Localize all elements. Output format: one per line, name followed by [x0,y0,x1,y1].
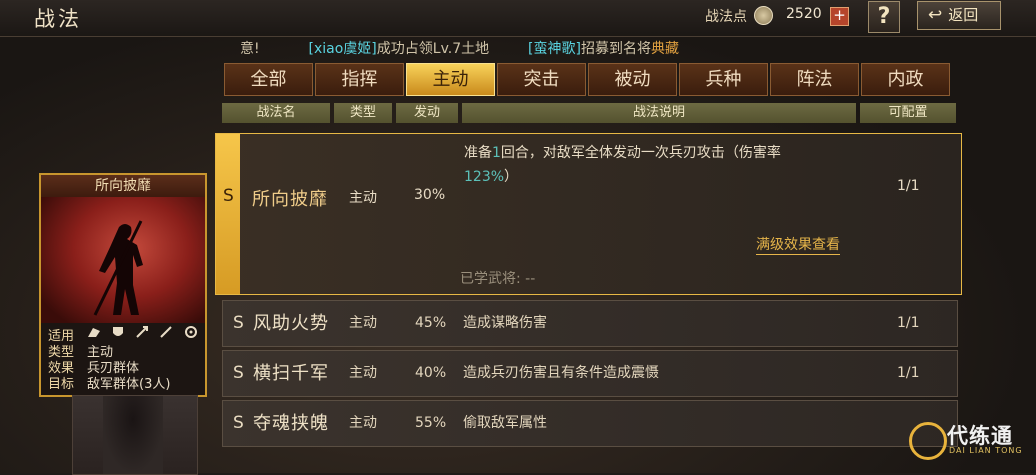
category-tabs: 全部 指挥 主动 突击 被动 兵种 阵法 内政 [224,63,970,96]
skill-grade: S [233,313,244,333]
tab-troop[interactable]: 兵种 [679,63,768,96]
skill-type: 主动 [349,315,377,331]
bow-icon [135,325,149,339]
skill-grade: S [233,363,244,383]
skill-rate: 55% [415,415,447,431]
skill-row[interactable]: S 横扫千军 主动 40% 造成兵刃伤害且有条件造成震慑 1/1 [222,350,958,397]
desc-round: 1 [492,145,501,161]
back-label: 返回 [948,6,979,24]
selection-indicator [216,134,240,294]
tab-formation[interactable]: 阵法 [770,63,859,96]
coin-icon [754,6,773,25]
skill-name: 夺魂挟魄 [253,413,329,434]
desc-end: ） [504,169,519,185]
skill-type: 主动 [349,190,377,206]
add-points-button[interactable]: + [830,7,849,26]
marquee-text-3: 典藏 [650,41,679,57]
skill-grade: S [223,186,234,206]
column-header-name: 战法名 [222,103,330,123]
back-arrow-icon: ↩ [928,5,943,25]
logo-subtitle: DAI LIAN TONG [949,446,1023,455]
top-bar: 战法 战法点 2520 + ? ↩ 返回 [0,0,1036,37]
shield-icon [111,325,125,339]
skill-name: 所向披靡 [252,189,328,210]
skill-description: 造成谋略伤害 [463,315,547,331]
portrait-silhouette [103,396,163,474]
skill-rate: 45% [415,315,447,331]
tab-command[interactable]: 指挥 [315,63,404,96]
points-value: 2520 [786,6,822,22]
desc-part-1: 准备 [464,145,492,161]
marquee-player-1: [xiao虞姬] [308,41,377,57]
skill-row[interactable]: S 夺魂挟魄 主动 55% 偷取敌军属性 [222,400,958,447]
learned-generals: 已学武将: -- [460,271,536,287]
skill-description-line2: 123%） [464,166,518,186]
back-button[interactable]: ↩ 返回 [917,1,1001,30]
skill-card: 所向披靡 适用 类型 主动 效果 兵刃群体 目标 敌军群体(3人) [39,173,207,397]
skill-name: 风助火势 [253,313,329,334]
skill-description: 造成兵刃伤害且有条件造成震慑 [463,365,659,381]
logo-mark-icon [909,422,947,460]
skill-description: 偷取敌军属性 [463,415,547,431]
help-button[interactable]: ? [868,1,900,33]
skill-type: 主动 [349,365,377,381]
skill-config: 1/1 [897,315,920,331]
selected-skill-row[interactable]: S 所向披靡 主动 30% 准备1回合，对敌军全体发动一次兵刃攻击（伤害率 12… [215,133,962,295]
skill-type: 主动 [349,415,377,431]
skill-config: 1/1 [897,178,920,194]
skill-description: 准备1回合，对敌军全体发动一次兵刃攻击（伤害率 [464,142,781,162]
tab-internal[interactable]: 内政 [861,63,950,96]
skill-grade: S [233,413,244,433]
skill-rate: 40% [415,365,447,381]
warrior-silhouette-icon [93,220,143,316]
tab-active[interactable]: 主动 [406,63,495,96]
announcement-marquee: 意! [xiao虞姬]成功占领Lv.7土地 [蛮神歌]招募到名将典藏 [240,38,760,58]
skill-row[interactable]: S 风助火势 主动 45% 造成谋略伤害 1/1 [222,300,958,347]
watermark-logo: 代练通 DAI LIAN TONG [905,418,1025,460]
marquee-text-1: 成功占领Lv.7土地 [376,41,490,57]
marquee-text-2: 招募到名将 [580,41,651,57]
column-header-desc: 战法说明 [462,103,856,123]
skill-config: 1/1 [897,365,920,381]
skill-rate: 30% [414,187,446,203]
tab-passive[interactable]: 被动 [588,63,677,96]
page-title: 战法 [34,7,82,31]
points-label: 战法点 [705,9,747,25]
tab-assault[interactable]: 突击 [497,63,586,96]
marquee-prefix: 意! [240,41,260,57]
marquee-player-2: [蛮神歌] [528,41,581,57]
target-label: 目标 [48,377,75,392]
spear-icon [159,325,173,339]
card-title: 所向披靡 [41,175,205,197]
card-info: 适用 类型 主动 效果 兵刃群体 目标 敌军群体(3人) [41,323,205,395]
desc-rate: 123% [464,169,505,185]
column-header-trigger: 发动 [396,103,458,123]
card-portrait-secondary [72,395,198,475]
skill-name: 横扫千军 [253,363,329,384]
siege-icon [184,325,198,339]
column-header-type: 类型 [334,103,392,123]
card-art [41,197,205,325]
target-value: 敌军群体(3人) [87,377,171,392]
full-effect-link[interactable]: 满级效果查看 [756,234,840,255]
desc-part-2: 回合，对敌军全体发动一次兵刃攻击（伤害率 [500,145,781,161]
tab-all[interactable]: 全部 [224,63,313,96]
column-header-config: 可配置 [860,103,956,123]
cavalry-icon [87,325,101,339]
